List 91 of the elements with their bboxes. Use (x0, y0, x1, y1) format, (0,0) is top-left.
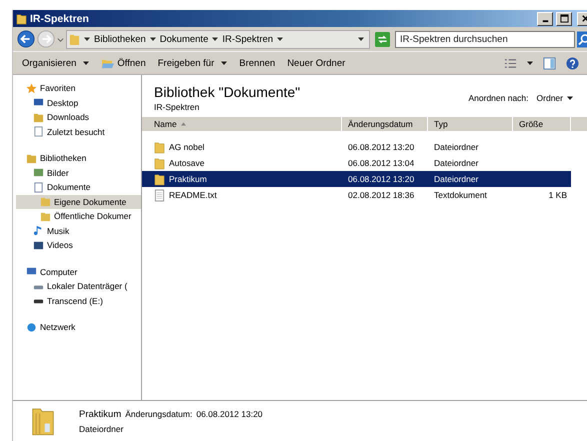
date-cell-text: 06.08.2012 13:20 (347, 174, 416, 184)
sidebar-item[interactable]: Zuletzt besucht (13, 124, 141, 139)
sidebar-item[interactable]: Netzwerk (13, 320, 141, 334)
preview-pane-icon[interactable] (543, 56, 556, 70)
column-header[interactable]: Name (142, 117, 342, 131)
arrange-label: Anordnen nach: (468, 93, 529, 103)
caret-icon (567, 95, 573, 101)
address-bar[interactable]: Bibliotheken Dokumente IR-Spektren (66, 30, 370, 48)
refresh-button[interactable] (375, 32, 390, 46)
toolbar-button[interactable]: Brennen (234, 56, 280, 70)
maximize-button[interactable] (556, 12, 572, 26)
toolbar-button[interactable]: Organisieren (17, 56, 94, 70)
date-cell-text: 06.08.2012 13:20 (347, 142, 416, 152)
column-header[interactable]: Typ (428, 117, 513, 131)
search-icon[interactable] (577, 30, 587, 48)
window-title: IR-Spektren (30, 12, 89, 24)
toolbar-button[interactable]: Öffnen (96, 56, 151, 70)
sidebar-item[interactable]: Bilder (13, 166, 141, 180)
folder-icon (69, 32, 80, 46)
sort-arrow-icon (180, 122, 186, 126)
size-cell: 1 KB (548, 190, 567, 200)
type-cell-text: Dateiordner (433, 142, 480, 152)
caret-icon[interactable] (277, 36, 284, 42)
dropdown-icon[interactable] (57, 36, 64, 42)
sidebar-item[interactable]: Videos (13, 238, 141, 252)
caret-icon[interactable] (358, 36, 364, 42)
detail-date-label: Änderungsdatum: (125, 408, 192, 418)
minimize-button[interactable] (537, 12, 553, 26)
document-icon (33, 126, 44, 138)
document-icon (154, 188, 165, 202)
column-header[interactable]: Größe (513, 117, 571, 131)
sidebar-item[interactable]: Öffentliche Dokumer (16, 209, 141, 224)
type-cell-text: Textdokument (433, 190, 488, 200)
back-button[interactable] (17, 30, 35, 48)
folder-icon (154, 172, 165, 186)
folder-icon (16, 12, 27, 24)
file-name: Autosave (169, 158, 204, 168)
library-subtitle: IR-Spektren (154, 102, 200, 112)
folder-icon (154, 156, 165, 170)
folder-icon (26, 152, 37, 164)
document-icon (33, 182, 44, 193)
detail-type: Dateiordner (79, 424, 124, 434)
file-name: AG nobel (169, 142, 204, 152)
detail-name: Praktikum (79, 408, 122, 420)
folder-icon (40, 196, 51, 208)
file-name: README.txt (169, 190, 217, 200)
arrange-dropdown[interactable]: Ordner (536, 93, 573, 103)
sidebar-item[interactable]: Downloads (13, 110, 141, 124)
file-row[interactable]: AG nobel 06.08.2012 13:20 Dateiordner (142, 139, 587, 155)
caret-icon[interactable] (527, 60, 533, 66)
breadcrumb[interactable]: Dokumente (160, 34, 208, 44)
maximize-icon (560, 14, 568, 23)
sidebar-item[interactable]: Dokumente (13, 180, 141, 194)
folder-icon (33, 112, 44, 123)
folder-icon (101, 58, 114, 68)
file-name: Praktikum (169, 174, 207, 184)
sidebar-item[interactable]: Computer (13, 264, 141, 279)
column-header[interactable]: Änderungsdatum (342, 117, 428, 131)
breadcrumb[interactable]: Bibliotheken (94, 34, 146, 44)
detail-date: 06.08.2012 13:20 (196, 408, 263, 418)
help-icon[interactable] (566, 56, 579, 70)
caret-icon[interactable] (212, 36, 218, 42)
folder-icon (40, 210, 51, 222)
type-cell-text: Dateiordner (433, 158, 480, 168)
close-icon (580, 14, 587, 23)
sidebar-item[interactable]: Lokaler Datenträger ( (13, 279, 141, 294)
sidebar-item[interactable]: Transcend (E:) (13, 294, 141, 308)
search-field[interactable]: IR-Spektren durchsuchen (395, 30, 575, 48)
type-cell-text: Dateiordner (433, 174, 480, 184)
sidebar-item[interactable]: Eigene Dokumente (16, 194, 141, 209)
file-row[interactable]: Praktikum 06.08.2012 13:20 Dateiordner (142, 171, 571, 187)
sidebar-item[interactable]: Bibliotheken (13, 151, 141, 166)
caret-icon[interactable] (84, 36, 90, 42)
caret-icon (83, 60, 90, 66)
breadcrumb[interactable]: IR-Spektren (222, 34, 274, 44)
date-cell-text: 02.08.2012 18:36 (347, 190, 416, 200)
sidebar-item[interactable]: Musik (13, 224, 141, 238)
file-row[interactable]: README.txt 02.08.2012 18:36 Textdokument 1 KB (142, 187, 587, 203)
library-title: Bibliothek "Dokumente" (154, 84, 300, 100)
caret-icon[interactable] (150, 36, 156, 42)
sidebar-item[interactable]: Desktop (13, 96, 141, 110)
folder-icon (154, 140, 165, 154)
music-note-icon (33, 225, 44, 236)
date-cell-text: 06.08.2012 13:04 (347, 158, 416, 168)
sidebar-item[interactable]: Favoriten (13, 81, 141, 96)
file-row[interactable]: Autosave 06.08.2012 13:04 Dateiordner (142, 155, 587, 171)
caret-icon (221, 60, 228, 66)
toolbar-button[interactable]: Neuer Ordner (282, 56, 350, 70)
toolbar-button[interactable]: Freigeben für (152, 56, 232, 70)
star-icon (26, 82, 37, 94)
view-options-icon[interactable] (504, 56, 517, 70)
